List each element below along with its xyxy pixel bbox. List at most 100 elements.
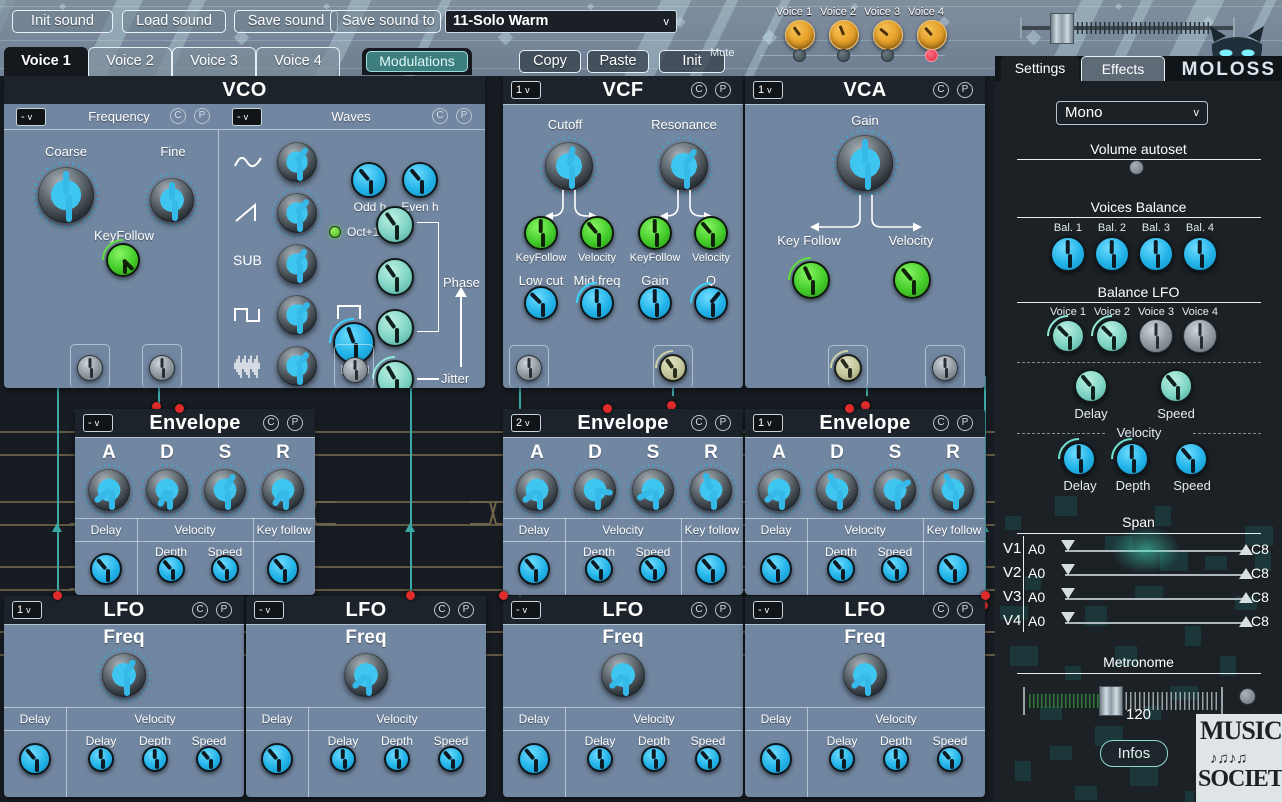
tab-effects[interactable]: Effects bbox=[1081, 56, 1165, 81]
phase-knob-1[interactable] bbox=[376, 206, 414, 244]
vca-envelope-keyfollow-knob[interactable] bbox=[937, 553, 969, 585]
copy-icon[interactable]: C bbox=[933, 82, 949, 98]
fine-knob[interactable] bbox=[150, 178, 194, 222]
phase-knob-3[interactable] bbox=[376, 309, 414, 347]
balance-knob-1[interactable] bbox=[1050, 236, 1086, 272]
wave-square-knob[interactable] bbox=[277, 295, 317, 335]
wave-sine-knob[interactable] bbox=[277, 142, 317, 182]
lfo-3-freq-knob[interactable] bbox=[601, 653, 645, 697]
vco-envelope-R-knob[interactable] bbox=[262, 469, 304, 511]
vcf-green-knob-2[interactable] bbox=[580, 216, 614, 250]
vcf-envelope-delay-knob[interactable] bbox=[518, 553, 550, 585]
copy-icon[interactable]: C bbox=[263, 415, 279, 431]
paste-icon[interactable]: P bbox=[715, 82, 731, 98]
wave-SUB-knob[interactable] bbox=[277, 244, 317, 284]
voice-2-mute-toggle[interactable] bbox=[837, 49, 850, 62]
balance-knob-2[interactable] bbox=[1094, 236, 1130, 272]
vcf-envelope-D-knob[interactable] bbox=[574, 469, 616, 511]
lfo-4-vel-speed-knob[interactable] bbox=[937, 746, 963, 772]
vca-velocity-knob[interactable] bbox=[893, 261, 931, 299]
tab-voice-1[interactable]: Voice 1 bbox=[4, 47, 88, 76]
lfo-3-vel-speed-knob[interactable] bbox=[695, 746, 721, 772]
velocity-speed-knob[interactable] bbox=[1174, 442, 1208, 476]
vca-envelope-D-knob[interactable] bbox=[816, 469, 858, 511]
lfo-4-freq-knob[interactable] bbox=[843, 653, 887, 697]
gain-knob[interactable] bbox=[837, 135, 893, 191]
lfo-1-vel-speed-knob[interactable] bbox=[196, 746, 222, 772]
vca-envelope-delay-knob[interactable] bbox=[760, 553, 792, 585]
wave-saw-knob[interactable] bbox=[277, 193, 317, 233]
balance-lfo-speed-knob[interactable] bbox=[1159, 369, 1193, 403]
voice-4-knob[interactable] bbox=[917, 20, 947, 50]
vco-envelope-keyfollow-knob[interactable] bbox=[267, 553, 299, 585]
vcf-green-knob-3[interactable] bbox=[638, 216, 672, 250]
voice-4-mute-toggle[interactable] bbox=[925, 49, 938, 62]
paste-icon[interactable]: P bbox=[957, 602, 973, 618]
vcf-envelope-A-knob[interactable] bbox=[516, 469, 558, 511]
mode-select[interactable]: Mono v bbox=[1056, 101, 1208, 125]
tab-voice-2[interactable]: Voice 2 bbox=[88, 47, 172, 76]
paste-icon[interactable]: P bbox=[458, 602, 474, 618]
copy-icon[interactable]: C bbox=[691, 82, 707, 98]
vcf-eq-knob-1[interactable] bbox=[524, 286, 558, 320]
balance-knob-3[interactable] bbox=[1138, 236, 1174, 272]
tab-voice-4[interactable]: Voice 4 bbox=[256, 47, 340, 76]
vcf-envelope-S-knob[interactable] bbox=[632, 469, 674, 511]
wave-noise-knob[interactable] bbox=[277, 346, 317, 386]
volume-autoset-toggle[interactable] bbox=[1129, 160, 1144, 175]
coarse-knob[interactable] bbox=[38, 167, 94, 223]
lfo-2-vel-depth-knob[interactable] bbox=[384, 746, 410, 772]
vcf-green-knob-1[interactable] bbox=[524, 216, 558, 250]
lfo-2-vel-delay-knob[interactable] bbox=[330, 746, 356, 772]
vcf-green-knob-4[interactable] bbox=[694, 216, 728, 250]
vcf-envelope-keyfollow-knob[interactable] bbox=[695, 553, 727, 585]
vca-envelope-vel-speed-knob[interactable] bbox=[881, 555, 909, 583]
tab-modulations-label[interactable]: Modulations bbox=[366, 51, 468, 72]
paste-icon[interactable]: P bbox=[216, 602, 232, 618]
vco-envelope-vel-speed-knob[interactable] bbox=[211, 555, 239, 583]
lfo-4-vel-depth-knob[interactable] bbox=[883, 746, 909, 772]
span-handle-low[interactable] bbox=[1061, 540, 1075, 551]
lfo-3-delay-knob[interactable] bbox=[518, 743, 550, 775]
balance-lfo-delay-knob[interactable] bbox=[1074, 369, 1108, 403]
lfo-1-delay-knob[interactable] bbox=[19, 743, 51, 775]
paste-icon[interactable]: P bbox=[194, 108, 210, 124]
vcf-eq-knob-3[interactable] bbox=[638, 286, 672, 320]
span-handle-low[interactable] bbox=[1061, 588, 1075, 599]
even-harmonics-knob[interactable] bbox=[402, 162, 438, 198]
voice-3-mute-toggle[interactable] bbox=[881, 49, 894, 62]
paste-icon[interactable]: P bbox=[715, 602, 731, 618]
span-handle-low[interactable] bbox=[1061, 612, 1075, 623]
vco-envelope-vel-depth-knob[interactable] bbox=[157, 555, 185, 583]
init-sound-button[interactable]: Init sound bbox=[12, 10, 113, 33]
voice-1-mute-toggle[interactable] bbox=[793, 49, 806, 62]
copy-icon[interactable]: C bbox=[933, 602, 949, 618]
lfo-2-vel-speed-knob[interactable] bbox=[438, 746, 464, 772]
balance-lfo-knob-4[interactable] bbox=[1183, 319, 1217, 353]
cutoff-knob[interactable] bbox=[545, 142, 593, 190]
vcf-envelope-vel-depth-knob[interactable] bbox=[585, 555, 613, 583]
paste-button[interactable]: Paste bbox=[587, 50, 649, 73]
mod-slot-knob[interactable] bbox=[77, 355, 103, 381]
load-sound-button[interactable]: Load sound bbox=[122, 10, 226, 33]
balance-lfo-knob-3[interactable] bbox=[1139, 319, 1173, 353]
tab-modulations[interactable]: Modulations bbox=[362, 48, 472, 75]
span-handle-low[interactable] bbox=[1061, 564, 1075, 575]
resonance-knob[interactable] bbox=[660, 142, 708, 190]
vco-envelope-A-knob[interactable] bbox=[88, 469, 130, 511]
balance-knob-4[interactable] bbox=[1182, 236, 1218, 272]
lfo-1-vel-depth-knob[interactable] bbox=[142, 746, 168, 772]
vcf-mod-knob-1[interactable] bbox=[516, 355, 542, 381]
vca-envelope-A-knob[interactable] bbox=[758, 469, 800, 511]
copy-button[interactable]: Copy bbox=[519, 50, 581, 73]
mod-slot-knob[interactable] bbox=[149, 355, 175, 381]
vca-envelope-vel-depth-knob[interactable] bbox=[827, 555, 855, 583]
vco-frequency-slot-select[interactable]: -v bbox=[16, 108, 46, 126]
copy-icon[interactable]: C bbox=[434, 602, 450, 618]
lfo-1-freq-knob[interactable] bbox=[102, 653, 146, 697]
vcf-envelope-R-knob[interactable] bbox=[690, 469, 732, 511]
vco-envelope-D-knob[interactable] bbox=[146, 469, 188, 511]
vco-envelope-delay-knob[interactable] bbox=[90, 553, 122, 585]
lfo-3-vel-delay-knob[interactable] bbox=[587, 746, 613, 772]
vco-waves-slot-select[interactable]: -v bbox=[232, 108, 262, 126]
